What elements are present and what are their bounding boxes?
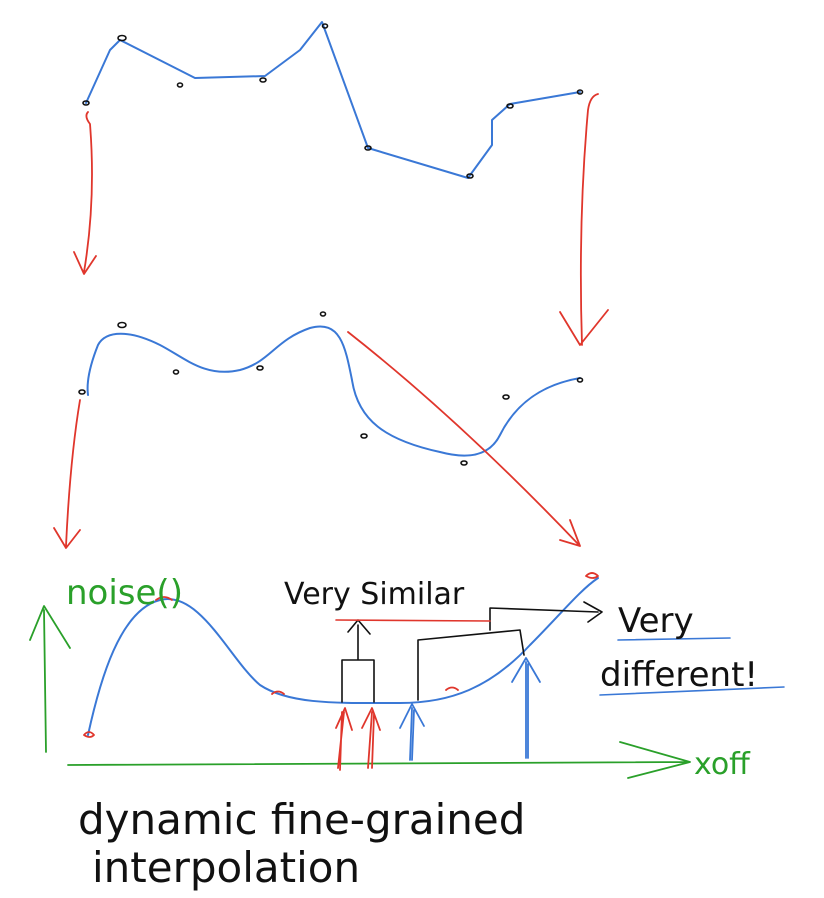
label-very-different-1: Very (618, 601, 694, 641)
underline-similar (335, 619, 491, 622)
sample-arrow-blue-1 (399, 703, 425, 761)
arrow-down-left-2 (53, 399, 81, 549)
label-very-similar: Very Similar (284, 577, 465, 612)
smooth-curve (86, 325, 581, 457)
sample-arrow-red-2 (361, 707, 381, 769)
bracket-similar (341, 619, 375, 703)
label-xoff: xoff (694, 747, 751, 782)
sketch-canvas: noise() Very Similar Very different! xof… (29, 21, 785, 892)
arrow-diagonal-2 (347, 331, 581, 547)
linear-points (82, 23, 584, 179)
label-very-different-2: different! (600, 655, 758, 695)
caption-line-1: dynamic fine-grained (78, 795, 525, 844)
smooth-points (78, 311, 584, 466)
caption-line-2: interpolation (92, 843, 360, 892)
linear-curve (85, 21, 581, 179)
arrow-down-left-1 (73, 111, 97, 275)
y-axis-arrow (29, 605, 71, 753)
sample-arrow-red-1 (335, 707, 353, 771)
panel-linear (73, 21, 609, 346)
arrow-down-right-1 (559, 93, 609, 346)
bracket-different (417, 601, 603, 701)
sample-arrow-blue-2 (511, 657, 541, 759)
label-noise: noise() (66, 573, 183, 613)
panel-smooth (53, 311, 584, 549)
x-axis-arrow (67, 741, 691, 779)
